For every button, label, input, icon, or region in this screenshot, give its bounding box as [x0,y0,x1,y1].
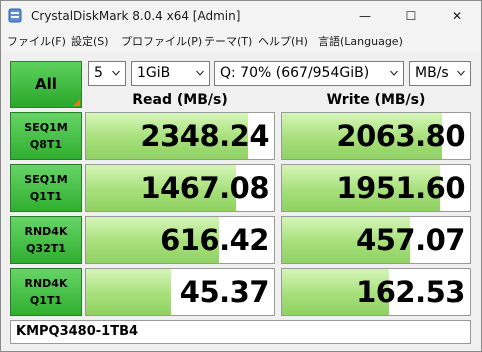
test-name: RND4K [24,277,68,290]
read-result-rnd4k-q32t1: 616.42 [85,216,275,264]
test-button-rnd4k-q1t1[interactable]: RND4K Q1T1 [10,268,82,316]
read-header: Read (MB/s) [132,92,228,108]
test-params: Q1T1 [29,190,63,203]
menu-settings[interactable]: 設定(S) [71,31,109,52]
all-button[interactable]: All [10,61,82,108]
result-value: 457.07 [356,223,465,257]
test-name: RND4K [24,225,68,238]
read-result-rnd4k-q1t1: 45.37 [85,268,275,316]
corner-marker [73,99,80,106]
test-button-rnd4k-q32t1[interactable]: RND4K Q32T1 [10,216,82,264]
test-count-value: 5 [94,65,103,81]
menu-theme[interactable]: テーマ(T) [204,31,252,52]
test-button-seq1m-q8t1[interactable]: SEQ1M Q8T1 [10,112,82,160]
test-size-value: 1GiB [137,65,171,81]
test-count-select[interactable]: 5 [88,61,126,86]
test-size-select[interactable]: 1GiB [131,61,210,86]
test-button-seq1m-q1t1[interactable]: SEQ1M Q1T1 [10,164,82,212]
test-params: Q1T1 [29,294,63,307]
result-value: 1467.08 [140,171,269,205]
menu-language[interactable]: 言語(Language) [318,31,403,52]
unit-value: MB/s [415,65,449,81]
crystaldiskmark-icon [8,8,22,23]
write-header: Write (MB/s) [326,92,426,108]
title-bar[interactable]: CrystalDiskMark 8.0.4 x64 [Admin] — ☐ ✕ [1,1,481,31]
write-result-seq1m-q1t1: 1951.60 [281,164,471,212]
window-title: CrystalDiskMark 8.0.4 x64 [Admin] [31,9,241,23]
drive-select[interactable]: Q: 70% (667/954GiB) [214,61,404,86]
menu-bar: ファイル(F) 設定(S) プロファイル(P) テーマ(T) ヘルプ(H) 言語… [1,31,481,52]
unit-select[interactable]: MB/s [409,61,471,86]
result-value: 162.53 [356,275,465,309]
read-result-seq1m-q8t1: 2348.24 [85,112,275,160]
test-params: Q8T1 [29,138,63,151]
read-result-seq1m-q1t1: 1467.08 [85,164,275,212]
write-result-rnd4k-q32t1: 457.07 [281,216,471,264]
close-button[interactable]: ✕ [434,1,480,31]
write-result-seq1m-q8t1: 2063.80 [281,112,471,160]
test-params: Q32T1 [26,242,66,255]
app-window: CrystalDiskMark 8.0.4 x64 [Admin] — ☐ ✕ … [0,0,482,352]
test-name: SEQ1M [24,173,68,186]
result-value: 45.37 [179,275,270,309]
chevron-down-icon [457,70,465,76]
result-value: 1951.60 [336,171,465,205]
chevron-down-icon [196,70,204,76]
minimize-button[interactable]: — [342,1,388,31]
result-value: 2063.80 [336,119,465,153]
chevron-down-icon [390,70,398,76]
maximize-button[interactable]: ☐ [388,1,434,31]
write-result-rnd4k-q1t1: 162.53 [281,268,471,316]
result-bar [86,269,171,315]
menu-file[interactable]: ファイル(F) [7,31,66,52]
drive-value: Q: 70% (667/954GiB) [220,65,370,81]
result-value: 2348.24 [140,119,269,153]
menu-profile[interactable]: プロファイル(P) [121,31,202,52]
chevron-down-icon [112,70,120,76]
result-value: 616.42 [160,223,269,257]
menu-help[interactable]: ヘルプ(H) [258,31,308,52]
all-button-label: All [35,75,57,93]
test-name: SEQ1M [24,121,68,134]
comment-text: KMPQ3480-1TB4 [16,324,139,339]
comment-field[interactable]: KMPQ3480-1TB4 [10,320,471,344]
